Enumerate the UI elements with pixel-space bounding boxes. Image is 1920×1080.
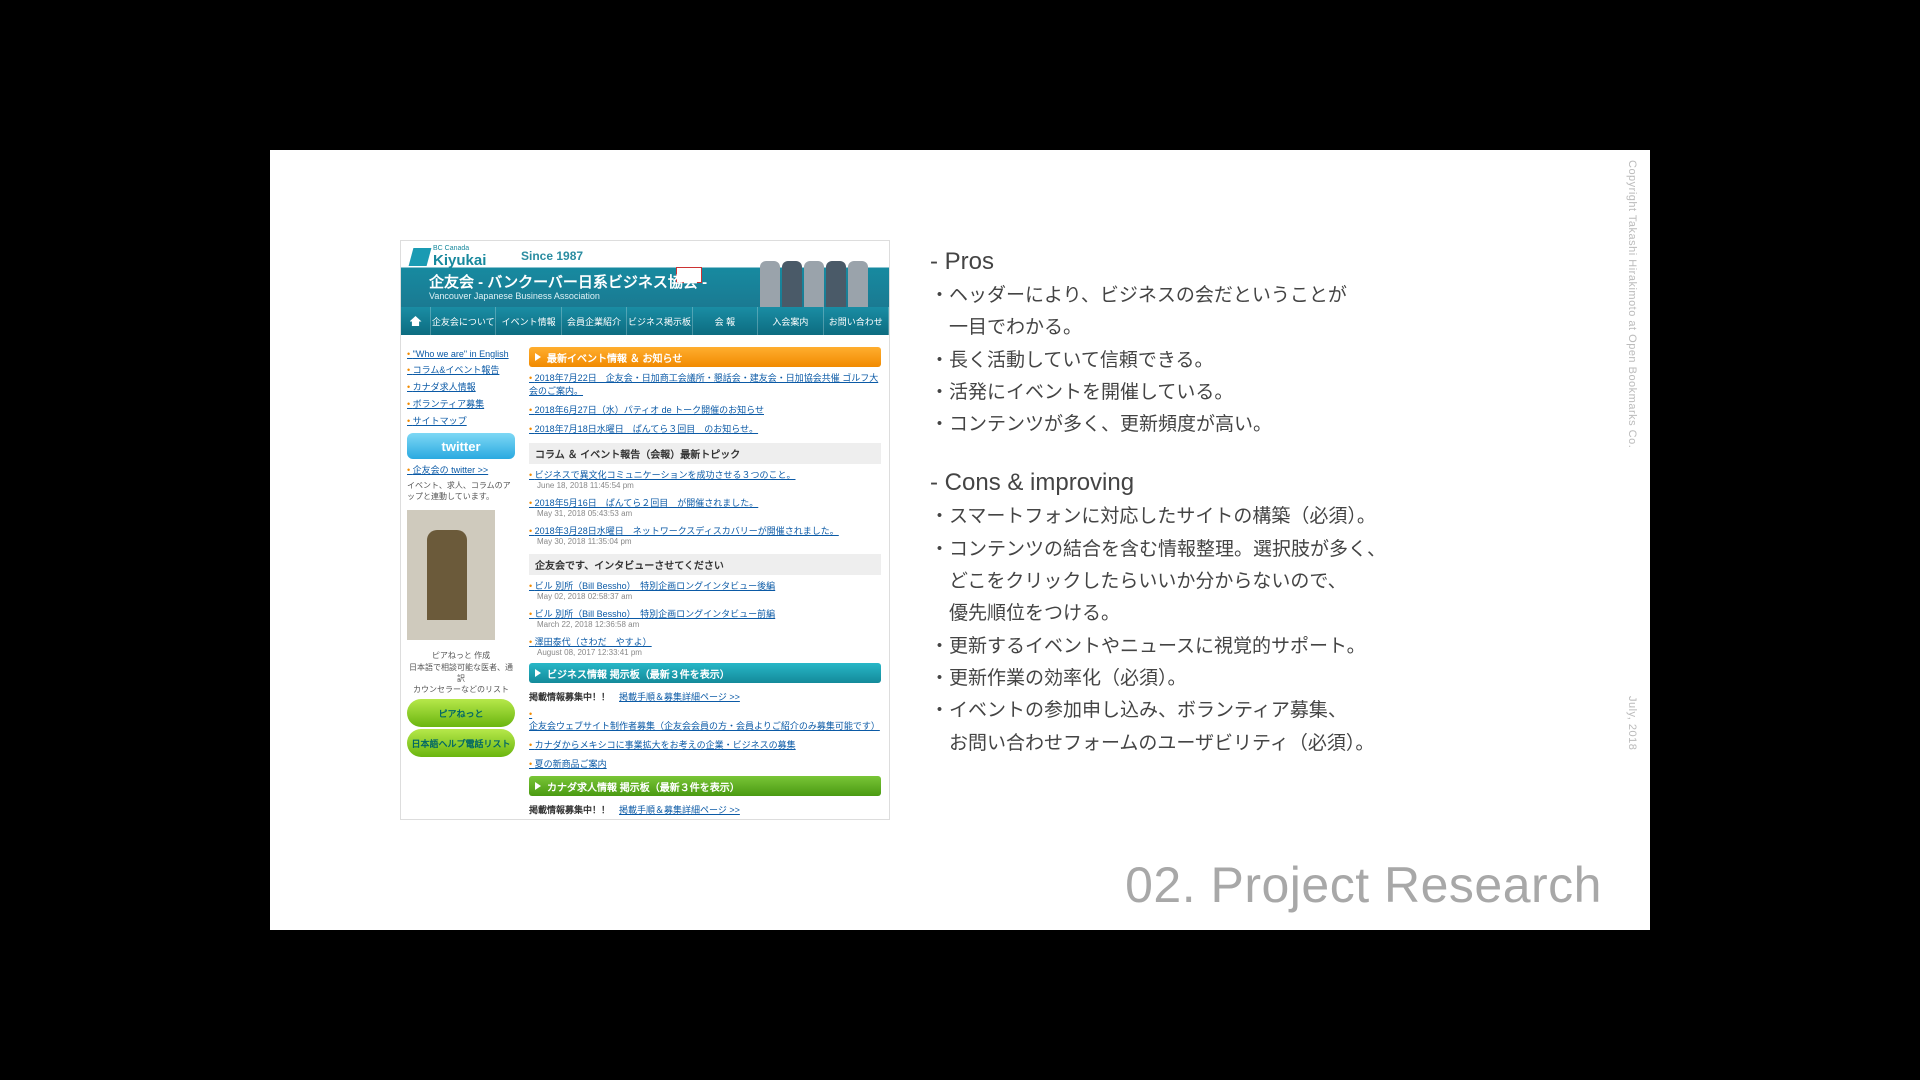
site-logo: BC Canada Kiyukai: [411, 245, 486, 269]
nav-item[interactable]: お問い合わせ: [824, 307, 889, 335]
column-date: June 18, 2018 11:45:54 pm: [537, 481, 881, 490]
peer-desc: ピアねっと 作成 日本語で相談可能な医者、通訳 カウンセラーなどのリスト: [407, 650, 515, 695]
sidebar: "Who we are" in English コラム&イベント報告 カナダ求人…: [401, 335, 521, 820]
sidebar-link[interactable]: サイトマップ: [407, 414, 515, 427]
list-item: 一目でわかる。: [930, 312, 1600, 344]
header-people-photo: [739, 241, 889, 307]
job-header-bar: カナダ求人情報 掲示板（最新３件を表示）: [529, 776, 881, 796]
analysis-block: - Pros ・ヘッダーにより、ビジネスの会だということが 一目でわかる。 ・長…: [930, 248, 1600, 760]
job-note: 情報元への応募等、ご利用前にこちらの注意事項をご覧ください >>: [529, 819, 881, 820]
column-link[interactable]: 2018年5月16日 ぱんてら２回目 が開催されました。: [529, 498, 758, 508]
nav-item[interactable]: イベント情報: [496, 307, 561, 335]
list-item: ・スマートフォンに対応したサイトの構築（必須）。: [930, 501, 1600, 533]
twitter-desc: イベント、求人、コラムのアップと連動しています。: [407, 480, 515, 502]
main-nav: 企友会について イベント情報 会員企業紹介 ビジネス掲示板 会 報 入会案内 お…: [401, 307, 889, 335]
interview-date: August 08, 2017 12:33:41 pm: [537, 648, 881, 657]
nav-item[interactable]: 会 報: [693, 307, 758, 335]
date-vertical: July, 2018: [1626, 696, 1638, 750]
nav-item[interactable]: 企友会について: [431, 307, 496, 335]
list-item: ・コンテンツの結合を含む情報整理。選択肢が多く、: [930, 534, 1600, 566]
slide-title: 02. Project Research: [1125, 856, 1602, 914]
biz-link[interactable]: 企友会ウェブサイト制作者募集（企友会会員の方・会員よりご紹介のみ募集可能です）: [529, 709, 880, 731]
sidebar-link[interactable]: コラム&イベント報告: [407, 363, 515, 376]
biz-link[interactable]: カナダからメキシコに事業拡大をお考えの企業・ビジネスの募集: [529, 740, 796, 750]
biz-detail-link[interactable]: 掲載手順＆募集詳細ページ >>: [619, 692, 740, 702]
list-item: ・イベントの参加申し込み、ボランティア募集、: [930, 695, 1600, 727]
nav-home[interactable]: [401, 307, 431, 335]
peer-button-2[interactable]: 日本語ヘルプ電話リスト: [407, 729, 515, 757]
column-link[interactable]: ビジネスで異文化コミュニケーションを成功させる３つのこと。: [529, 470, 795, 480]
sidebar-photo: [407, 510, 495, 640]
logo-text: Kiyukai: [433, 252, 486, 269]
logo-mark-icon: [409, 248, 432, 266]
site-title: 企友会 - バンクーバー日系ビジネス協会 -: [429, 271, 707, 292]
cons-heading: - Cons & improving: [930, 469, 1600, 497]
interview-date: March 22, 2018 12:36:58 am: [537, 620, 881, 629]
nav-item[interactable]: 入会案内: [758, 307, 823, 335]
biz-recruit-line: 掲載情報募集中！！ 掲載手順＆募集詳細ページ >>: [529, 687, 881, 706]
column-subhead: コラム ＆ イベント報告（会報）最新トピック: [529, 443, 881, 464]
pros-heading: - Pros: [930, 248, 1600, 276]
since-text: Since 1987: [521, 249, 583, 263]
column-link[interactable]: 2018年3月28日水曜日 ネットワークスディスカバリーが開催されました。: [529, 526, 839, 536]
list-item: どこをクリックしたらいいか分からないので、: [930, 566, 1600, 598]
sidebar-link[interactable]: "Who we are" in English: [407, 349, 515, 359]
column-date: May 30, 2018 11:35:04 pm: [537, 537, 881, 546]
nav-item[interactable]: ビジネス掲示板: [627, 307, 692, 335]
interview-subhead: 企友会です、インタビューさせてください: [529, 554, 881, 575]
twitter-badge[interactable]: twitter: [407, 433, 515, 459]
list-item: ・活発にイベントを開催している。: [930, 377, 1600, 409]
twitter-link[interactable]: 企友会の twitter >>: [407, 463, 515, 476]
list-item: 優先順位をつける。: [930, 598, 1600, 630]
home-icon: [410, 316, 422, 326]
site-header: BC Canada Kiyukai Since 1987 企友会 - バンクーバ…: [401, 241, 889, 307]
job-detail-link[interactable]: 掲載手順＆募集詳細ページ >>: [619, 805, 740, 815]
list-item: ・長く活動していて信頼できる。: [930, 345, 1600, 377]
event-link[interactable]: 2018年7月18日水曜日 ぱんてら３回目 のお知らせ。: [529, 424, 758, 434]
list-item: ・更新作業の効率化（必須）。: [930, 663, 1600, 695]
event-link[interactable]: 2018年6月27日（水）パティオ de トーク開催のお知らせ: [529, 405, 764, 415]
site-subtitle: Vancouver Japanese Business Association: [429, 291, 600, 301]
logo-sup: BC Canada: [433, 245, 486, 252]
job-recruit-line: 掲載情報募集中！！ 掲載手順＆募集詳細ページ >>: [529, 800, 881, 819]
pros-list: ・ヘッダーにより、ビジネスの会だということが 一目でわかる。 ・長く活動していて…: [930, 280, 1600, 441]
slide: Copyright Takashi Hirakimoto at Open Boo…: [270, 150, 1650, 930]
events-header-bar: 最新イベント情報 ＆ お知らせ: [529, 347, 881, 367]
column-date: May 31, 2018 05:43:53 am: [537, 509, 881, 518]
interview-link[interactable]: ビル 別所（Bill Bessho） 特別企画ロングインタビュー後編: [529, 581, 775, 591]
list-item: お問い合わせフォームのユーザビリティ（必須）。: [930, 728, 1600, 760]
main-content: 最新イベント情報 ＆ お知らせ 2018年7月22日 企友会・日加商工会議所・懇…: [521, 335, 889, 820]
list-item: ・コンテンツが多く、更新頻度が高い。: [930, 409, 1600, 441]
nav-item[interactable]: 会員企業紹介: [562, 307, 627, 335]
list-item: ・更新するイベントやニュースに視覚的サポート。: [930, 631, 1600, 663]
peer-button[interactable]: ピアねっと: [407, 699, 515, 727]
interview-date: May 02, 2018 02:58:37 am: [537, 592, 881, 601]
biz-header-bar: ビジネス情報 掲示板（最新３件を表示）: [529, 663, 881, 683]
list-item: ・ヘッダーにより、ビジネスの会だということが: [930, 280, 1600, 312]
biz-link[interactable]: 夏の新商品ご案内: [529, 759, 607, 769]
sidebar-link[interactable]: カナダ求人情報: [407, 380, 515, 393]
cons-list: ・スマートフォンに対応したサイトの構築（必須）。 ・コンテンツの結合を含む情報整…: [930, 501, 1600, 759]
interview-link[interactable]: 澤田泰代（さわだ やすよ）: [529, 637, 652, 647]
sidebar-link[interactable]: ボランティア募集: [407, 397, 515, 410]
copyright-vertical: Copyright Takashi Hirakimoto at Open Boo…: [1626, 160, 1638, 448]
website-screenshot: BC Canada Kiyukai Since 1987 企友会 - バンクーバ…: [400, 240, 890, 820]
interview-link[interactable]: ビル 別所（Bill Bessho） 特別企画ロングインタビュー前編: [529, 609, 775, 619]
event-link[interactable]: 2018年7月22日 企友会・日加商工会議所・懇話会・建友会・日加協会共催 ゴル…: [529, 373, 878, 396]
